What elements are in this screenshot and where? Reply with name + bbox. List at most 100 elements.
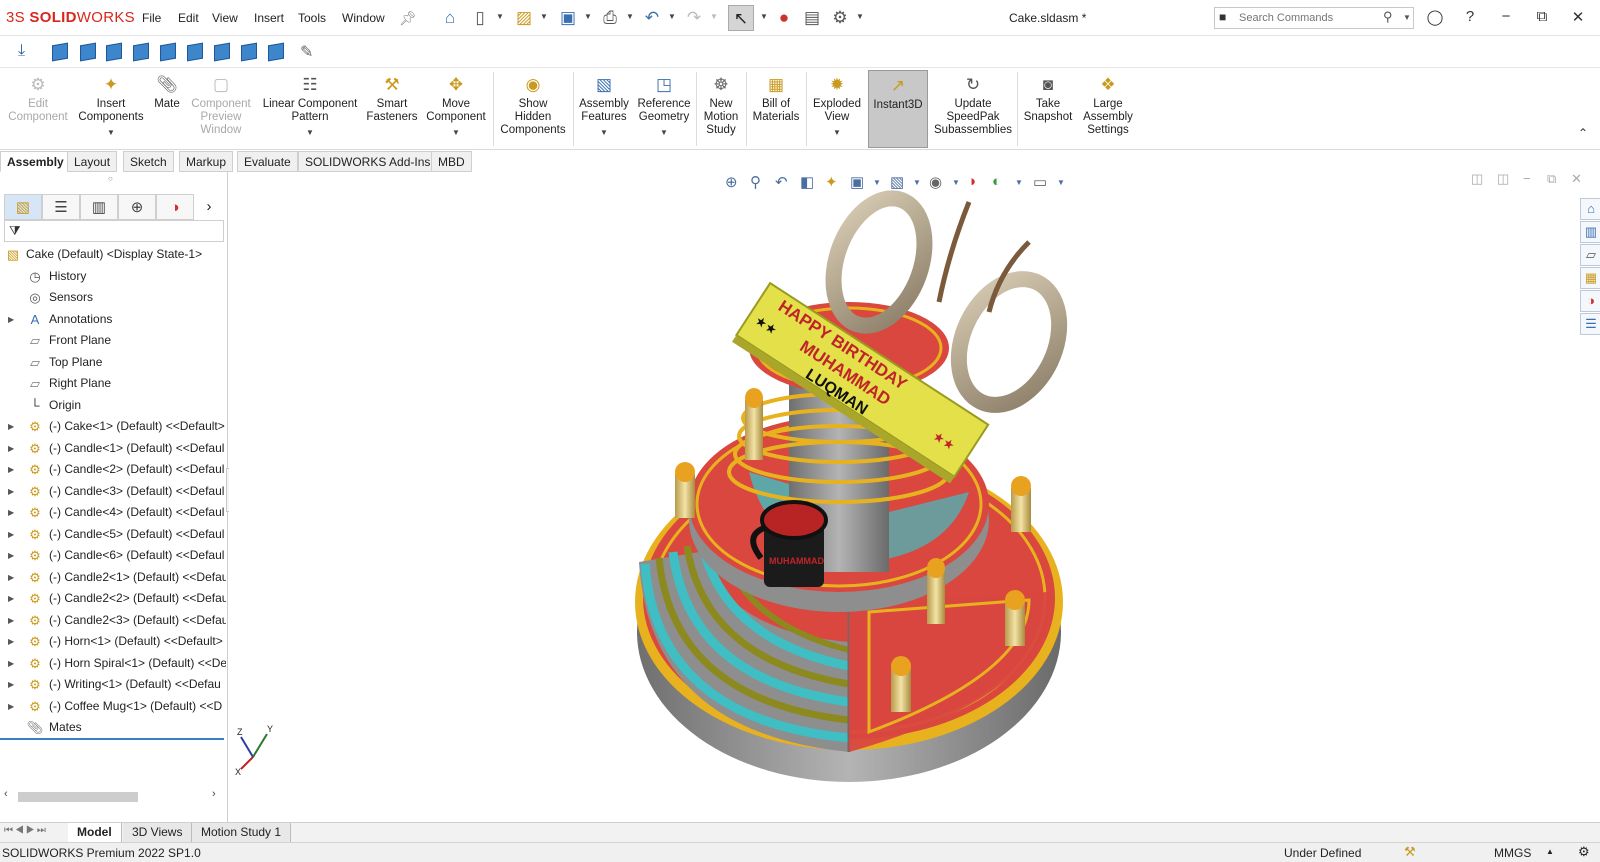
tree-item[interactable]: ▶ ⚙ (-) Candle2<1> (Default) <<Defau (0, 567, 226, 588)
rollback-bar[interactable] (0, 737, 224, 740)
dimxpert-tab-icon[interactable]: ⊕ (118, 194, 156, 220)
restore-icon[interactable]: ⧉ (1530, 8, 1554, 25)
new-motion-study-button[interactable]: ☸ New Motion Study (699, 70, 743, 148)
featuremanager-tab-icon[interactable]: ▧ (4, 194, 42, 220)
options-icon[interactable]: ⚙ (830, 8, 850, 28)
tree-item[interactable]: ▶ ⚙ (-) Horn Spiral<1> (Default) <<De (0, 653, 226, 674)
chevron-down-icon[interactable]: ▼ (584, 12, 592, 21)
tree-item[interactable]: ▶ ⚙ (-) Candle<2> (Default) <<Defaul (0, 459, 226, 480)
chevron-down-icon[interactable]: ▼ (710, 12, 718, 21)
tree-filter[interactable]: ⧩ (4, 220, 224, 242)
tree-item[interactable]: ◷ History (0, 266, 226, 287)
graphics-area[interactable]: ⊕ ⚲ ↶ ◧ ✦ ▣ ▼ ▧ ▼ ◉ ▼ ◑ ◐ ▼ ▭ ▼ ◫ ◫ − ⧉ … (229, 171, 1600, 822)
rebuild-icon[interactable]: ⚒ (1404, 844, 1416, 860)
filter-icon[interactable]: ⧩ (9, 223, 21, 239)
help-icon[interactable]: ? (1458, 8, 1482, 25)
display-manager-tab-icon[interactable]: ◑ (156, 194, 194, 220)
scroll-right-icon[interactable]: › (212, 788, 216, 800)
tree-item[interactable]: ▶ ⚙ (-) Candle2<2> (Default) <<Defau (0, 588, 226, 609)
menu-window[interactable]: Window (342, 11, 385, 25)
mate-button[interactable]: 📎︎ Mate (150, 70, 184, 148)
chevron-right-icon[interactable]: › (194, 194, 224, 220)
normal-to-icon[interactable]: ⤓ (18, 42, 25, 60)
expand-arrow-icon[interactable]: ▶ (8, 524, 14, 545)
smart-fasteners-button[interactable]: ⚒ Smart Fasteners (364, 70, 420, 148)
tab-assembly[interactable]: Assembly (0, 151, 71, 172)
unit-system[interactable]: MMGS (1494, 846, 1531, 860)
tree-item[interactable]: ◎ Sensors (0, 287, 226, 308)
tree-item[interactable]: ▶ ⚙ (-) Candle<4> (Default) <<Defaul (0, 502, 226, 523)
back-view-icon[interactable] (80, 42, 96, 62)
top-view-icon[interactable] (160, 42, 176, 62)
component-preview-window-button[interactable]: ▢ Component Preview Window (187, 70, 255, 148)
undo-icon[interactable]: ↶ (642, 8, 662, 28)
chevron-down-icon[interactable]: ▼ (668, 12, 676, 21)
cake-assembly-model[interactable]: HAPPY BIRTHDAY MUHAMMAD LUQMAN ★★ ★★ MUH… (229, 172, 1600, 822)
tree-item[interactable]: ▱ Front Plane (0, 330, 226, 351)
save-icon[interactable]: ▣ (558, 8, 578, 28)
chevron-down-icon[interactable]: ▼ (760, 12, 768, 21)
expand-arrow-icon[interactable]: ▶ (8, 567, 14, 588)
expand-arrow-icon[interactable]: ▶ (8, 438, 14, 459)
expand-arrow-icon[interactable]: ▶ (8, 481, 14, 502)
tab-markup[interactable]: Markup (179, 151, 234, 172)
tree-item[interactable]: ▶ ⚙ (-) Candle2<3> (Default) <<Defau (0, 610, 226, 631)
take-snapshot-button[interactable]: ◙ Take Snapshot (1020, 70, 1076, 148)
tab-addins[interactable]: SOLIDWORKS Add-Ins (298, 151, 438, 172)
menu-file[interactable]: File (142, 11, 161, 25)
tree-item[interactable]: ▶ ⚙ (-) Candle<5> (Default) <<Defaul (0, 524, 226, 545)
customize-status-icon[interactable]: ⚙ (1578, 844, 1590, 860)
chevron-down-icon[interactable]: ▼ (856, 12, 864, 21)
expand-arrow-icon[interactable]: ▶ (8, 545, 14, 566)
chevron-down-icon[interactable]: ▼ (496, 12, 504, 21)
right-view-icon[interactable] (133, 42, 149, 62)
tree-item[interactable]: ▶ ⚙ (-) Candle<1> (Default) <<Defaul (0, 438, 226, 459)
tab-layout[interactable]: Layout (67, 151, 118, 172)
chevron-down-icon[interactable]: ▼ (540, 12, 548, 21)
tree-item[interactable]: 📎︎ Mates (0, 717, 226, 738)
chevron-down-icon[interactable]: ▼ (634, 126, 694, 139)
edit-component-button[interactable]: ⚙ Edit Component (4, 70, 72, 148)
horizontal-scrollbar[interactable]: ‹ › (2, 788, 224, 804)
redo-icon[interactable]: ↷ (684, 8, 704, 28)
tab-sketch[interactable]: Sketch (123, 151, 174, 172)
menu-view[interactable]: View (212, 11, 238, 25)
propertymanager-tab-icon[interactable]: ☰ (42, 194, 80, 220)
tree-item[interactable]: ▱ Right Plane (0, 373, 226, 394)
show-hidden-components-button[interactable]: ◉ Show Hidden Components (497, 70, 569, 148)
home-icon[interactable]: ⌂ (440, 8, 460, 28)
scroll-left-icon[interactable]: ‹ (4, 788, 8, 800)
dimetric-view-icon[interactable] (268, 42, 284, 62)
expand-arrow-icon[interactable]: ▶ (8, 674, 14, 695)
assembly-features-button[interactable]: ▧ Assembly Features ▼ (576, 70, 632, 148)
chevron-down-icon[interactable]: ▼ (809, 126, 865, 139)
tree-item[interactable]: ▶ ⚙ (-) Writing<1> (Default) <<Defau (0, 674, 226, 695)
tab-mbd[interactable]: MBD (431, 151, 472, 172)
file-properties-icon[interactable]: ▤ (802, 8, 822, 28)
tree-item[interactable]: ▶ A Annotations (0, 309, 226, 330)
isometric-view-icon[interactable] (214, 42, 230, 62)
search-commands[interactable]: ■ ⚲ ▼ (1214, 7, 1414, 29)
expand-arrow-icon[interactable]: ▶ (8, 459, 14, 480)
expand-arrow-icon[interactable]: ▶ (8, 631, 14, 652)
menu-edit[interactable]: Edit (178, 11, 199, 25)
tab-evaluate[interactable]: Evaluate (237, 151, 298, 172)
trimetric-view-icon[interactable] (241, 42, 257, 62)
tree-item[interactable]: ▶ ⚙ (-) Candle<3> (Default) <<Defaul (0, 481, 226, 502)
tree-root-assembly[interactable]: ▧ Cake (Default) <Display State-1> (0, 244, 226, 265)
reference-geometry-button[interactable]: ◳ Reference Geometry ▼ (634, 70, 694, 148)
chevron-down-icon[interactable]: ▼ (259, 126, 361, 139)
search-icon[interactable]: ⚲ (1383, 9, 1393, 25)
move-component-button[interactable]: ✥ Move Component ▼ (423, 70, 489, 148)
menu-tools[interactable]: Tools (298, 11, 326, 25)
tab-motion-study[interactable]: Motion Study 1 (192, 823, 292, 842)
search-input[interactable] (1239, 10, 1379, 26)
tree-item[interactable]: ▶ ⚙ (-) Cake<1> (Default) <<Default> (0, 416, 226, 437)
tab-3d-views[interactable]: 3D Views (123, 823, 193, 842)
pin-icon[interactable]: 📌︎ (398, 8, 418, 28)
configurationmanager-tab-icon[interactable]: ▥ (80, 194, 118, 220)
chevron-up-icon[interactable]: ▲ (1546, 847, 1554, 856)
tree-item[interactable]: ▶ ⚙ (-) Coffee Mug<1> (Default) <<D (0, 696, 226, 717)
left-view-icon[interactable] (106, 42, 122, 62)
linear-component-pattern-button[interactable]: ☷ Linear Component Pattern ▼ (259, 70, 361, 148)
